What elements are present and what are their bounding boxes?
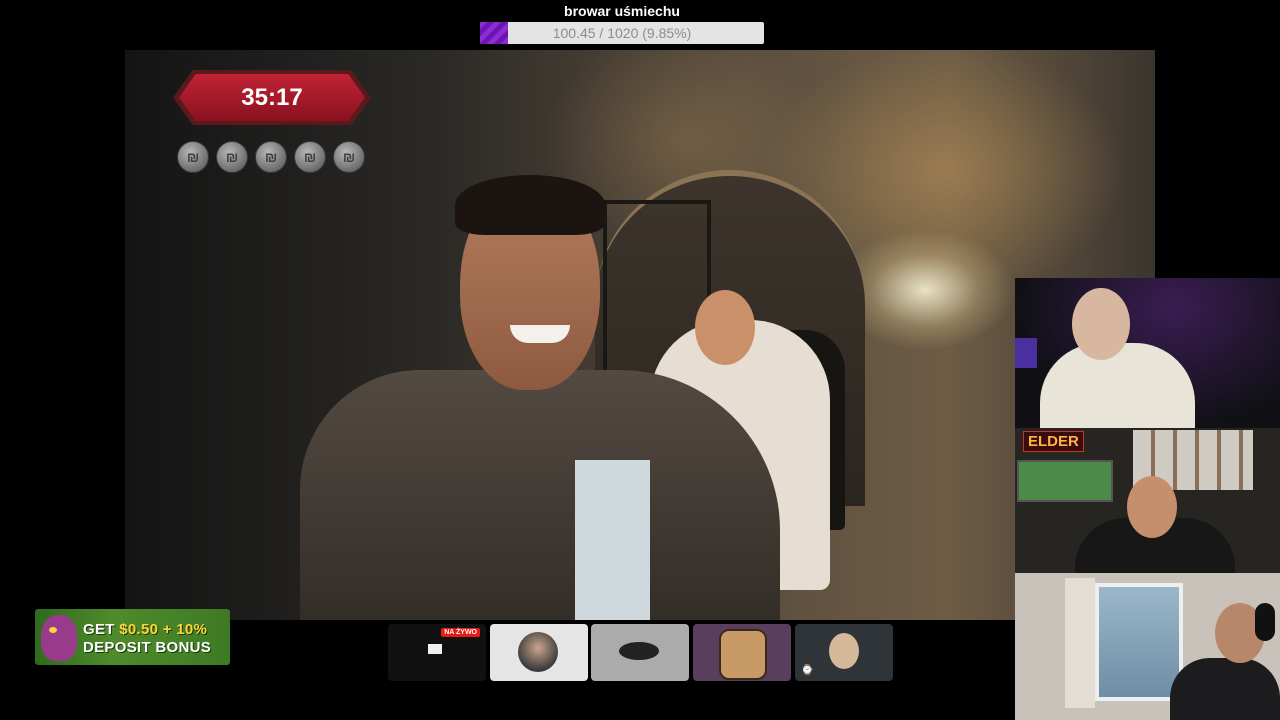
coin-icon: ₪ [177,141,209,173]
webcam-1-person-body [1040,343,1195,428]
car-icon [619,642,659,660]
live-badge: NA ŻYWO [441,628,480,637]
ad-line-1: GET $0.50 + 10% [83,621,207,638]
deposit-bonus-ad[interactable]: GET $0.50 + 10% DEPOSIT BONUS [35,609,230,665]
ad-prefix: GET [83,621,120,638]
background-person-head [695,290,755,365]
mascot-eye [49,627,57,633]
webcam-1-person-head [1072,288,1130,360]
curtain [1065,578,1095,708]
timer-text: 35:17 [179,74,365,121]
watch-icon: ⌚ [801,665,814,676]
coin-icon: ₪ [294,141,326,173]
webcam-3[interactable] [1015,573,1280,720]
mascot-icon [41,615,77,661]
avatar [518,632,558,672]
thumbnail-2[interactable] [490,624,588,681]
window [1095,583,1183,701]
streamer-shirt [575,460,650,620]
thumbnail-4[interactable] [693,624,791,681]
webcam-3-person-body [1170,658,1280,720]
coin-icon: ₪ [255,141,287,173]
thumbnail-3[interactable] [591,624,689,681]
coin-icon: ₪ [216,141,248,173]
timer-badge: 35:17 [173,70,371,125]
main-video[interactable] [125,50,1155,620]
goal-progress-text: 100.45 / 1020 (9.85%) [552,25,692,41]
aquarium [1017,460,1113,502]
coin-icon: ₪ [333,141,365,173]
coin-row: ₪ ₪ ₪ ₪ ₪ [177,141,365,173]
thumbnail-5[interactable]: ⌚ [795,624,893,681]
headset [1255,603,1275,641]
ad-accent: $0.50 + 10% [119,621,208,638]
rgb-light [1015,338,1037,368]
streamer-body [300,370,780,620]
thumbnail-1[interactable]: NA ŻYWO [388,624,486,681]
elder-logo: ELDER [1023,431,1084,452]
streamer-hair [455,175,605,235]
face-emote-icon [719,629,767,680]
avatar [829,633,859,669]
webcam-1[interactable] [1015,278,1280,428]
streamer-smile [510,325,570,343]
webcam-2[interactable]: ELDER [1015,428,1280,573]
ad-line-2: DEPOSIT BONUS [83,639,212,656]
goal-title: browar uśmiechu [564,3,680,19]
goal-progress-bar: 100.45 / 1020 (9.85%) [480,22,764,44]
webcam-2-person-head [1127,476,1177,538]
lamp-icon [428,644,442,654]
